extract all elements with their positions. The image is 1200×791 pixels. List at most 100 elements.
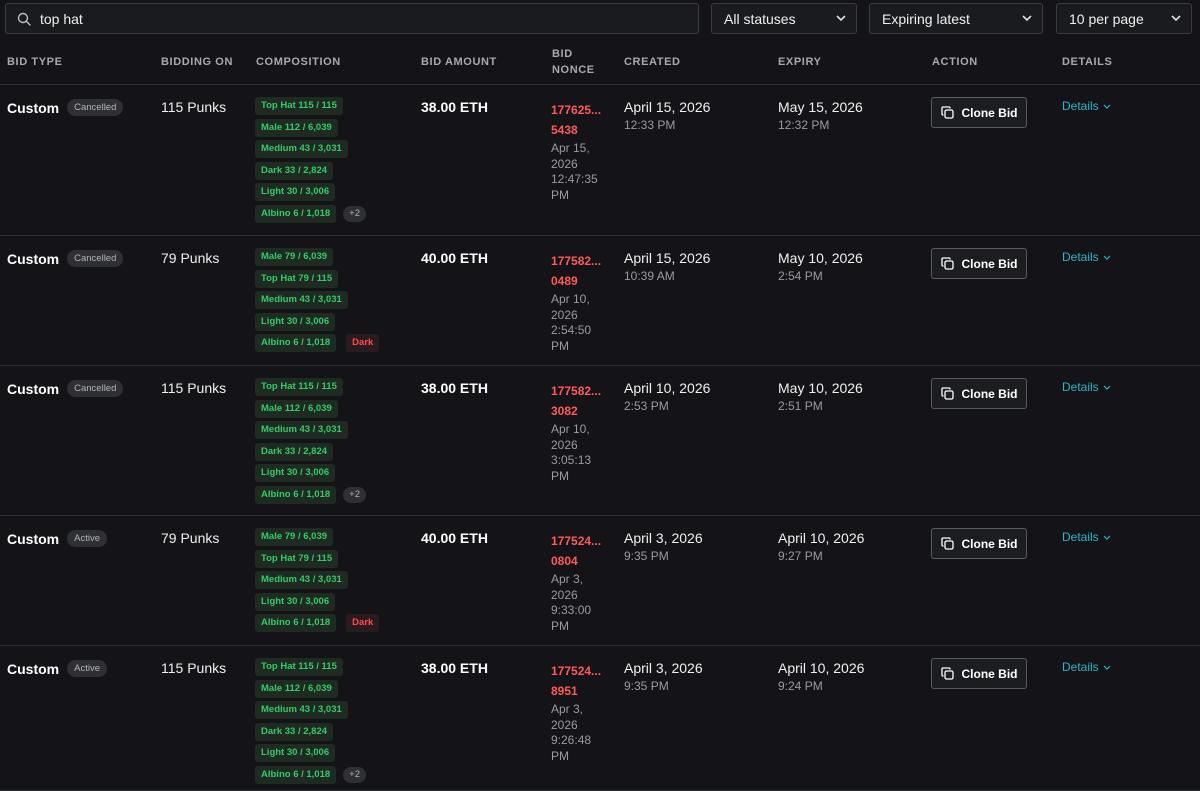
clone-bid-button[interactable]: Clone Bid (931, 97, 1027, 128)
table-row: Custom Cancelled 79 Punks Male 79 / 6,03… (0, 236, 1200, 366)
composition-chip: Albino 6 / 1,018 (255, 765, 337, 784)
column-header-action: ACTION (932, 56, 978, 68)
bid-nonce-date: Apr 10, 2026 3:05:13 PM (551, 422, 611, 484)
bid-type-cell: Custom Cancelled (7, 380, 124, 397)
bid-nonce-date-line: 2026 (551, 717, 578, 732)
clone-bid-button[interactable]: Clone Bid (931, 248, 1027, 279)
bid-nonce-date-line: Apr 10, (551, 292, 590, 306)
search-input[interactable] (40, 10, 640, 27)
composition-row: Medium 43 / 3,031 (255, 571, 379, 593)
composition-chip: Light 30 / 3,006 (255, 464, 336, 482)
bid-nonce-date-line: 2026 (551, 587, 578, 602)
bidding-on-value: 79 Punks (161, 250, 220, 266)
table-row: Custom Active 115 Punks Top Hat 115 / 11… (0, 646, 1200, 791)
details-label: Details (1062, 380, 1099, 394)
details-link[interactable]: Details (1062, 380, 1111, 394)
bid-nonce-id-line1: 177582... (551, 254, 602, 268)
column-header-details: DETAILS (1062, 56, 1113, 68)
bid-nonce-id-line1: 177582... (551, 384, 602, 398)
composition-row: Dark 33 / 2,824 (255, 161, 366, 184)
composition-chip: Top Hat 79 / 115 (255, 549, 339, 568)
composition-chip: Medium 43 / 3,031 (255, 421, 348, 439)
created-cell: April 3, 2026 9:35 PM (624, 660, 703, 694)
bid-nonce-date-line: 9:33:00 (551, 603, 592, 617)
composition-list: Top Hat 115 / 115 Male 112 / 6,039 Medium … (255, 378, 367, 507)
created-cell: April 15, 2026 10:39 AM (624, 250, 710, 284)
column-header-bid-amount: BID AMOUNT (421, 56, 497, 68)
bid-nonce-id-line2: 0804 (551, 554, 578, 568)
expiry-time: 9:27 PM (778, 549, 823, 563)
sort-select[interactable]: Expiring latest (869, 3, 1043, 34)
bid-type-label: Custom (7, 99, 60, 116)
composition-chip: Medium 43 / 3,031 (255, 571, 348, 589)
bid-amount-value: 38.00 ETH (421, 380, 488, 396)
bid-nonce-date-line: 2026 (551, 307, 578, 322)
more-traits-badge[interactable]: +2 (343, 766, 367, 783)
status-badge: Active (67, 530, 107, 547)
bid-nonce-date-line: 12:47:35 (551, 172, 598, 186)
bid-nonce-date-line: 9:26:48 (551, 733, 592, 747)
details-link[interactable]: Details (1062, 250, 1111, 264)
expiry-time: 2:54 PM (778, 269, 823, 283)
expiry-date: May 10, 2026 (778, 380, 863, 396)
bidding-on-value: 79 Punks (161, 530, 220, 546)
bid-nonce-date-line: Apr 3, (551, 702, 584, 716)
clone-bid-button[interactable]: Clone Bid (931, 528, 1027, 559)
chevron-down-icon (1103, 535, 1111, 540)
created-date: April 10, 2026 (624, 380, 711, 396)
composition-chip: Top Hat 79 / 115 (255, 269, 339, 288)
composition-row: Albino 6 / 1,018 Dark (255, 614, 380, 636)
clone-bid-label: Clone Bid (961, 105, 1018, 120)
bid-type-label: Custom (7, 250, 60, 267)
composition-chip: Albino 6 / 1,018 (255, 614, 337, 632)
clone-bid-button[interactable]: Clone Bid (931, 378, 1027, 409)
created-time: 9:35 PM (624, 549, 669, 563)
composition-list: Male 79 / 6,039 Top Hat 79 / 115 Medium 43… (255, 248, 380, 356)
details-link[interactable]: Details (1062, 99, 1111, 113)
composition-list: Top Hat 115 / 115 Male 112 / 6,039 Medium … (255, 97, 367, 227)
composition-row: Medium 43 / 3,031 (255, 421, 366, 443)
filter-bar: All statuses Expiring latest 10 per page (5, 3, 1195, 35)
status-select[interactable]: All statuses (711, 3, 857, 34)
created-time: 2:53 PM (624, 399, 669, 413)
created-date: April 15, 2026 (624, 99, 711, 115)
composition-row: Dark 33 / 2,824 (255, 722, 366, 745)
chevron-down-icon (1103, 104, 1111, 109)
composition-chip: Light 30 / 3,006 (255, 592, 336, 611)
clone-bid-button[interactable]: Clone Bid (931, 658, 1027, 689)
chevron-down-icon (1103, 665, 1111, 670)
search-box[interactable] (5, 3, 699, 34)
bid-amount-value: 40.00 ETH (421, 530, 488, 546)
composition-row: Albino 6 / 1,018 +2 (255, 204, 367, 227)
details-label: Details (1062, 99, 1099, 113)
details-label: Details (1062, 530, 1099, 544)
bid-nonce-id-line2: 5438 (551, 123, 578, 137)
bid-type-cell: Custom Cancelled (7, 250, 124, 267)
composition-chip: Dark 33 / 2,824 (255, 442, 334, 461)
action-cell: Clone Bid (931, 658, 1027, 689)
composition-row: Dark 33 / 2,824 (255, 442, 366, 465)
table-row: Custom Cancelled 115 Punks Top Hat 115 /… (0, 366, 1200, 516)
table-header: BID TYPE BIDDING ON COMPOSITION BID AMOU… (0, 44, 1200, 85)
expiry-date: April 10, 2026 (778, 530, 865, 546)
bid-nonce-date-line: Apr 10, (551, 422, 590, 436)
expiry-cell: April 10, 2026 9:27 PM (778, 530, 864, 564)
details-link[interactable]: Details (1062, 530, 1111, 544)
bid-nonce-cell: 177524... 8951 Apr 3, 2026 9:26:48 PM (551, 661, 611, 764)
created-time: 9:35 PM (624, 679, 669, 693)
created-time: 10:39 AM (624, 269, 675, 283)
more-traits-badge[interactable]: +2 (343, 486, 367, 503)
created-cell: April 15, 2026 12:33 PM (624, 99, 710, 133)
composition-row: Light 30 / 3,006 (255, 183, 366, 205)
composition-row: Top Hat 79 / 115 (255, 269, 379, 292)
excluded-trait-chip: Dark (346, 614, 380, 632)
bid-nonce-date-line: 2026 (551, 437, 578, 452)
details-link[interactable]: Details (1062, 660, 1111, 674)
more-traits-badge[interactable]: +2 (343, 205, 367, 222)
composition-chip: Medium 43 / 3,031 (255, 140, 348, 158)
created-date: April 15, 2026 (624, 250, 711, 266)
bid-nonce-date-line: PM (551, 748, 569, 763)
created-cell: April 3, 2026 9:35 PM (624, 530, 703, 564)
action-cell: Clone Bid (931, 97, 1027, 128)
page-size-select[interactable]: 10 per page (1056, 3, 1192, 34)
